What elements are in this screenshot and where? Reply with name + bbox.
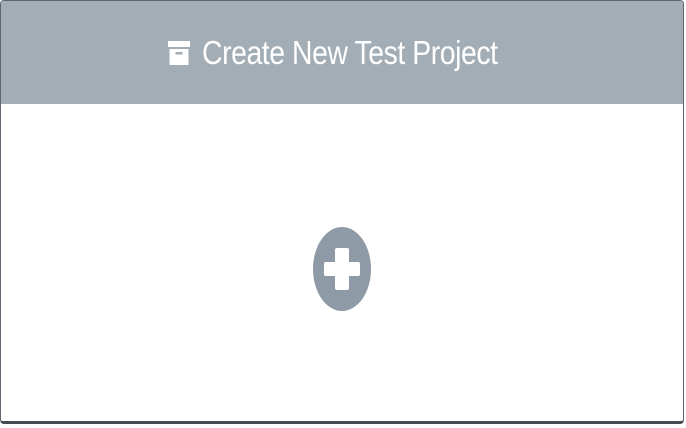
plus-circle-icon [312, 226, 372, 315]
add-project-button[interactable] [312, 226, 372, 315]
card-header[interactable]: Create New Test Project [1, 1, 683, 104]
archive-icon [168, 39, 191, 67]
create-project-card[interactable]: Create New Test Project [0, 0, 684, 424]
card-body[interactable] [1, 104, 683, 421]
card-title: Create New Test Project [202, 33, 498, 71]
